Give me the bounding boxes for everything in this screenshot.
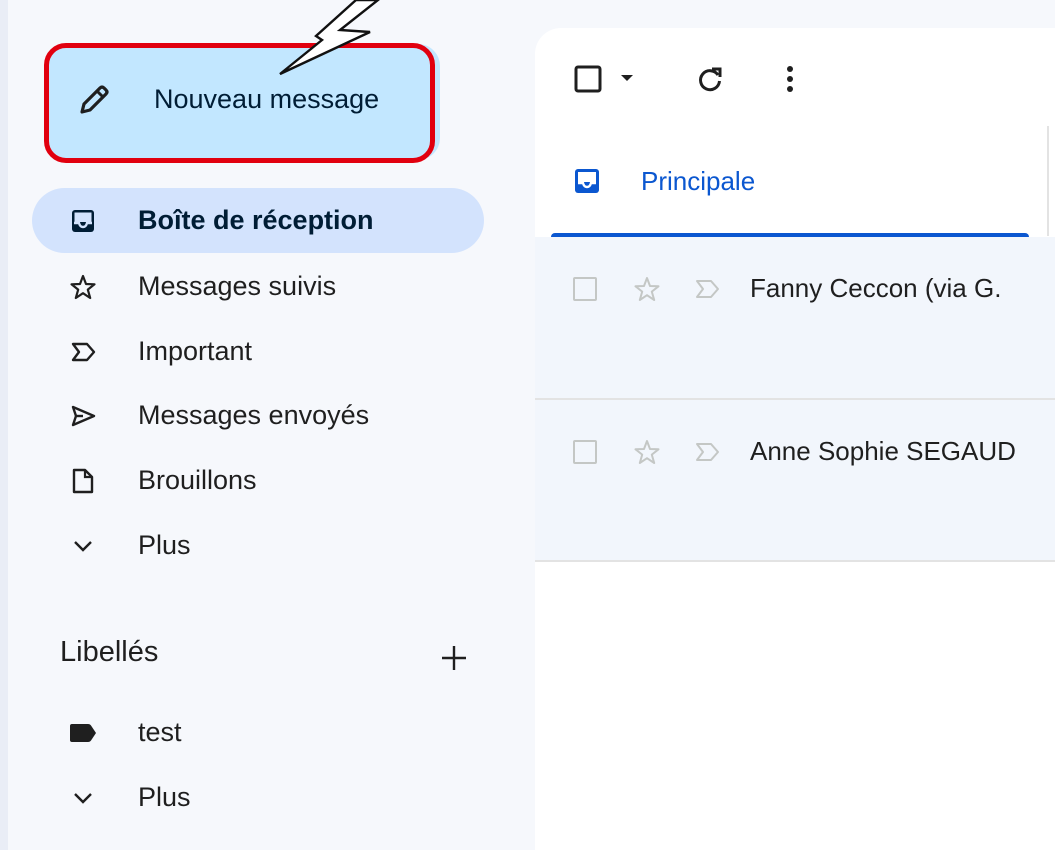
labels-section-title: Libellés — [60, 636, 159, 668]
compose-button[interactable]: Nouveau message — [48, 44, 440, 160]
caret-down-icon — [621, 75, 633, 81]
sidebar-item-label: Messages suivis — [138, 271, 337, 301]
select-dropdown-button[interactable] — [617, 68, 637, 88]
row-checkbox[interactable] — [573, 277, 597, 301]
email-row[interactable]: Anne Sophie SEGAUD — [535, 400, 1055, 560]
sidebar-item-more[interactable]: Plus — [32, 513, 484, 578]
sidebar-item-starred[interactable]: Messages suivis — [32, 254, 484, 319]
chevron-down-icon — [68, 531, 98, 561]
inbox-icon — [573, 167, 601, 200]
sidebar-item-drafts[interactable]: Brouillons — [32, 448, 484, 513]
select-all-checkbox[interactable] — [571, 62, 605, 96]
star-icon — [68, 272, 98, 302]
label-item-test[interactable]: test — [32, 700, 484, 765]
pencil-icon — [76, 82, 112, 118]
label-item-label: test — [138, 717, 182, 747]
plus-icon — [442, 646, 466, 670]
star-icon[interactable] — [633, 438, 661, 471]
email-sender: Anne Sophie SEGAUD — [750, 436, 1016, 466]
sidebar-item-label: Boîte de réception — [138, 205, 374, 235]
label-item-more[interactable]: Plus — [32, 765, 484, 830]
star-icon[interactable] — [633, 275, 661, 308]
tab-divider — [1047, 126, 1049, 236]
sidebar-item-label: Brouillons — [138, 465, 257, 495]
email-row[interactable]: Fanny Ceccon (via G. — [535, 237, 1055, 399]
important-icon[interactable] — [693, 277, 723, 306]
label-icon — [68, 718, 98, 748]
more-vert-icon — [787, 66, 793, 92]
select-checkbox-icon — [574, 65, 602, 93]
add-label-button[interactable] — [436, 640, 472, 676]
sidebar-item-sent[interactable]: Messages envoyés — [32, 383, 484, 448]
important-icon — [68, 337, 98, 367]
draft-icon — [68, 466, 98, 496]
inbox-icon — [68, 206, 98, 236]
row-divider — [535, 560, 1055, 562]
important-icon[interactable] — [693, 440, 723, 469]
sidebar-item-label: Plus — [138, 530, 191, 560]
refresh-icon — [699, 67, 722, 92]
tab-label: Principale — [641, 166, 756, 196]
sidebar-item-label: Important — [138, 336, 253, 366]
window-edge — [0, 0, 8, 850]
chevron-down-icon — [68, 783, 98, 813]
email-sender: Fanny Ceccon (via G. — [750, 273, 1002, 303]
row-checkbox[interactable] — [573, 440, 597, 464]
more-options-button[interactable] — [775, 62, 805, 96]
main-panel: Principale Fanny Ceccon (via G. Anne Sop… — [535, 28, 1055, 850]
tab-principale[interactable]: Principale — [551, 154, 1029, 236]
sidebar-item-inbox[interactable]: Boîte de réception — [32, 188, 484, 253]
label-item-label: Plus — [138, 782, 191, 812]
send-icon — [68, 401, 98, 431]
sidebar-item-important[interactable]: Important — [32, 319, 484, 384]
compose-label: Nouveau message — [154, 84, 380, 114]
refresh-button[interactable] — [693, 62, 727, 96]
sidebar-item-label: Messages envoyés — [138, 400, 370, 430]
